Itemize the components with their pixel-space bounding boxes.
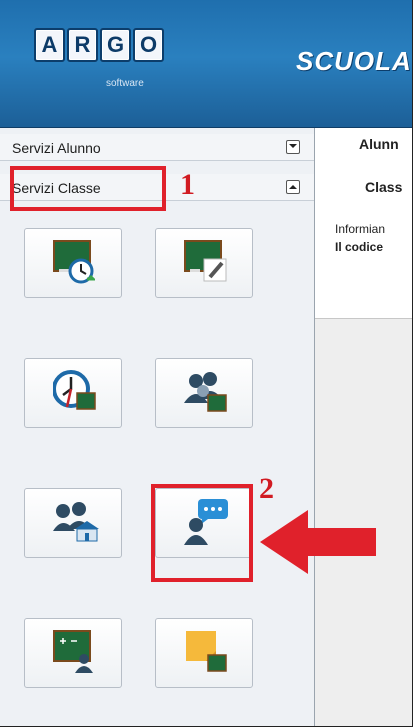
app-header: A R G O software SCUOLAN xyxy=(0,0,412,128)
tile-blackboard-note-edit[interactable] xyxy=(155,228,253,298)
people-school-icon xyxy=(53,502,99,542)
logo-letter: G xyxy=(100,28,131,62)
blackboard-note-edit-icon xyxy=(184,240,227,282)
app-title: SCUOLAN xyxy=(296,46,412,76)
info-text-line: Informian xyxy=(335,222,386,236)
app-window: A R G O software SCUOLAN Servizi Alunno … xyxy=(0,0,413,727)
info-text-line-bold: Il codice xyxy=(335,240,384,254)
tile-people-school[interactable] xyxy=(24,488,122,558)
step-number-2: 2 xyxy=(259,472,274,505)
tile-clock-blackboard[interactable] xyxy=(24,358,122,428)
alunno-label: Alunn xyxy=(359,136,399,152)
step-number-1: 1 xyxy=(180,168,195,201)
highlight-box-tile xyxy=(151,484,253,582)
tile-blackboard-clock[interactable] xyxy=(24,228,122,298)
collapse-toggle-icon[interactable] xyxy=(286,180,300,194)
sidebar-section-servizi-alunno[interactable]: Servizi Alunno xyxy=(0,134,314,161)
info-panel: Alunn Class Informian Il codice xyxy=(315,128,412,319)
tile-blackboard-math-teacher[interactable] xyxy=(24,618,122,688)
red-arrow-pointer-icon xyxy=(260,510,376,574)
logo-letter: O xyxy=(133,28,164,62)
main-content: Alunn Class Informian Il codice xyxy=(315,128,412,726)
blackboard-math-teacher-icon xyxy=(53,630,93,673)
tile-sticky-note-blackboard[interactable] xyxy=(155,618,253,688)
clock-blackboard-icon xyxy=(53,370,96,410)
sticky-note-blackboard-icon xyxy=(186,631,227,672)
classe-label: Class xyxy=(365,179,403,195)
section-label: Servizi Alunno xyxy=(12,140,101,156)
tile-people-blackboard[interactable] xyxy=(155,358,253,428)
logo-subtitle: software xyxy=(106,78,144,89)
people-blackboard-icon xyxy=(184,372,227,412)
logo-letter: A xyxy=(34,28,65,62)
expand-toggle-icon[interactable] xyxy=(286,140,300,154)
blackboard-clock-icon xyxy=(53,240,95,284)
logo-letter: R xyxy=(67,28,98,62)
highlight-box-servizi-classe xyxy=(10,166,166,211)
sidebar: Servizi Alunno Servizi Classe 1 2 xyxy=(0,128,315,726)
